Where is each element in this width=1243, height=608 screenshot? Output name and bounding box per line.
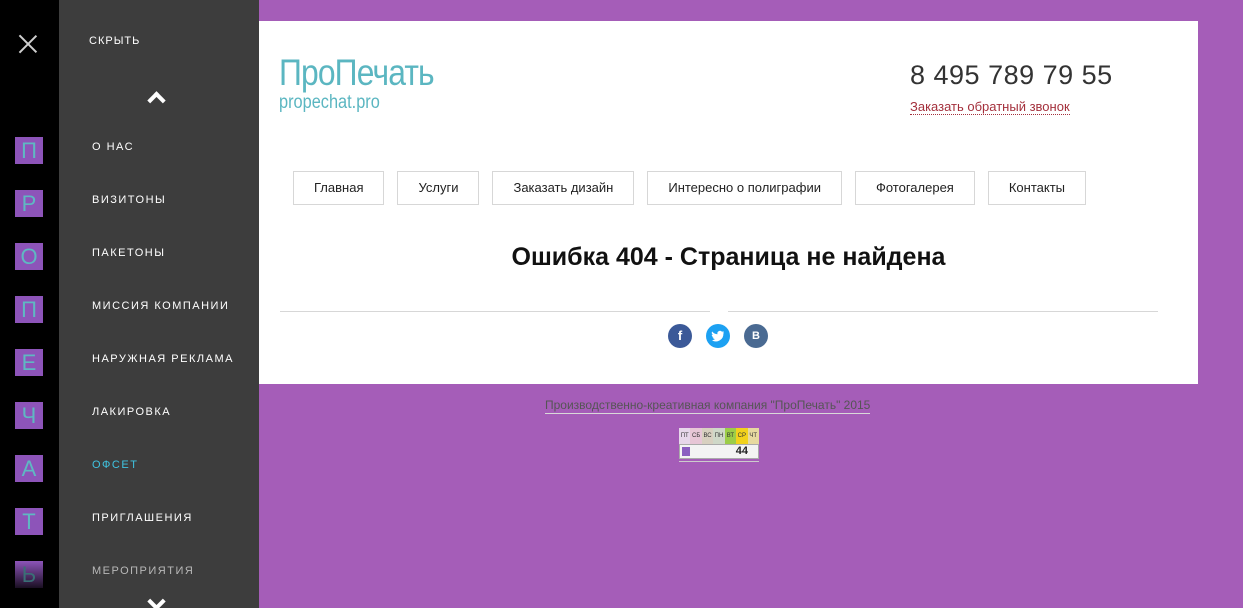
menu-item-offset[interactable]: ОФСЕТ [92, 459, 234, 512]
nav-gallery[interactable]: Фотогалерея [854, 171, 975, 205]
vertical-brand-letters: П Р О П Е Ч А Т Ь [15, 137, 43, 608]
left-strip: П Р О П Е Ч А Т Ь [0, 0, 59, 608]
chevron-up-icon[interactable] [148, 89, 162, 103]
logo-name: ПроПечать [279, 52, 435, 93]
brand-letter: Т [15, 508, 43, 535]
facebook-icon[interactable]: f [668, 324, 692, 348]
nav-order-design[interactable]: Заказать дизайн [492, 171, 635, 205]
counter-day: ЧТ [747, 428, 759, 444]
divider [280, 311, 710, 312]
counter-underline [679, 461, 759, 462]
page-title: Ошибка 404 - Страница не найдена [511, 243, 946, 271]
divider [728, 311, 1158, 312]
brand-letter: П [15, 137, 43, 164]
menu-item-vizitony[interactable]: ВИЗИТОНЫ [92, 194, 234, 247]
brand-letter: П [15, 296, 43, 323]
menu-item-outdoor[interactable]: НАРУЖНАЯ РЕКЛАМА [92, 353, 234, 406]
counter-day: СР [736, 428, 748, 444]
menu-item-mission[interactable]: МИССИЯ КОМПАНИИ [92, 300, 234, 353]
counter-day: ВТ [724, 428, 737, 444]
menu-item-about[interactable]: О НАС [92, 141, 234, 194]
menu-item-invitations[interactable]: ПРИГЛАШЕНИЯ [92, 512, 234, 565]
brand-letter: Е [15, 349, 43, 376]
counter-box: 44 [679, 444, 759, 459]
side-menu: СКРЫТЬ О НАС ВИЗИТОНЫ ПАКЕТОНЫ МИССИЯ КО… [59, 0, 259, 608]
counter-day: ПН [713, 428, 725, 444]
logo-url: propechat.pro [279, 92, 380, 113]
nav-services[interactable]: Услуги [397, 171, 480, 205]
brand-letter: О [15, 243, 43, 270]
social-links: f В [668, 324, 768, 348]
counter-days: ПТ СБ ВС ПН ВТ СР ЧТ [679, 428, 759, 444]
menu-item-varnish[interactable]: ЛАКИРОВКА [92, 406, 234, 459]
vk-icon[interactable]: В [744, 324, 768, 348]
brand-letter: Р [15, 190, 43, 217]
brand-letter: Ч [15, 402, 43, 429]
chevron-down-icon[interactable] [148, 596, 162, 608]
nav-contacts[interactable]: Контакты [987, 171, 1087, 205]
brand-letter: А [15, 455, 43, 482]
brand-letter: Ь [15, 561, 43, 588]
callback-link[interactable]: Заказать обратный звонок [910, 99, 1070, 115]
nav-home[interactable]: Главная [293, 171, 385, 205]
visit-counter[interactable]: ПТ СБ ВС ПН ВТ СР ЧТ 44 [679, 428, 759, 462]
close-icon[interactable] [17, 33, 39, 55]
logo[interactable]: ПроПечать propechat.pro [279, 53, 459, 113]
counter-day: ВС [701, 428, 714, 444]
counter-day: СБ [690, 428, 702, 444]
counter-value: 44 [735, 445, 748, 457]
counter-day: ПТ [679, 428, 691, 444]
menu-item-pakety[interactable]: ПАКЕТОНЫ [92, 247, 234, 300]
nav-printing-info[interactable]: Интересно о полиграфии [647, 171, 842, 205]
hide-menu-button[interactable]: СКРЫТЬ [89, 35, 140, 47]
twitter-icon[interactable] [706, 324, 730, 348]
main-nav: Главная Услуги Заказать дизайн Интересно… [293, 171, 1087, 205]
footer-copyright[interactable]: Производственно-креативная компания "Про… [545, 398, 871, 414]
menu-list: О НАС ВИЗИТОНЫ ПАКЕТОНЫ МИССИЯ КОМПАНИИ … [92, 141, 234, 608]
content-card: ПроПечать propechat.pro 8 495 789 79 55 … [259, 21, 1198, 384]
phone-number: 8 495 789 79 55 [910, 60, 1113, 90]
